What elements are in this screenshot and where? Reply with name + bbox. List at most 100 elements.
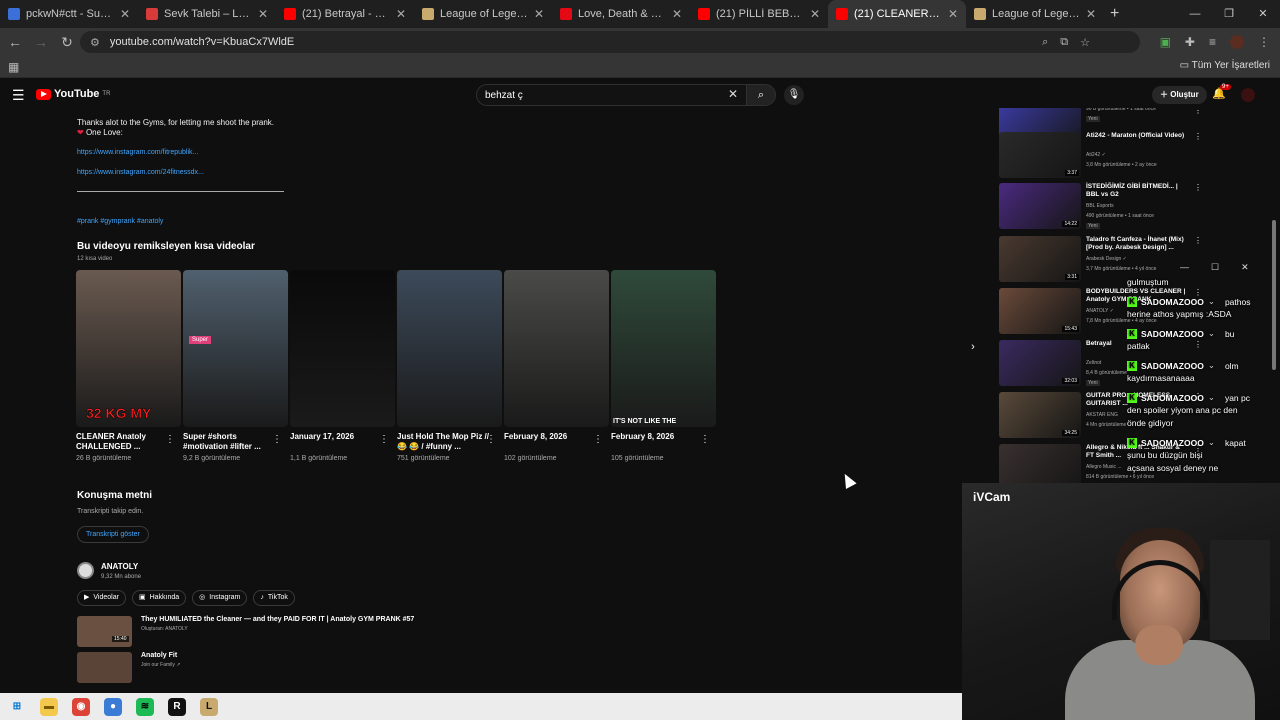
channel-name[interactable]: Arabesk Design ✓ [1086, 256, 1127, 262]
video-thumbnail[interactable]: 3:37 [999, 132, 1081, 178]
maximize-icon[interactable]: ☐ [1211, 262, 1219, 273]
video-title[interactable]: Taladro ft Canfeza - İhanet (Mix) [Prod … [1086, 236, 1188, 252]
browser-tab[interactable]: (21) Betrayal - YouTube ✕ [276, 0, 414, 28]
close-tab-icon[interactable]: ✕ [534, 7, 544, 21]
short-thumbnail[interactable] [504, 270, 609, 427]
video-title[interactable]: İSTEDİĞİMİZ GİBİ BİTMEDİ... | BBL vs G2 [1086, 183, 1188, 199]
profile-avatar[interactable] [1230, 35, 1244, 49]
video-thumbnail[interactable]: 32:03 [999, 340, 1081, 386]
show-transcript-button[interactable]: Transkripti göster [77, 526, 149, 543]
more-options-icon[interactable]: ⋮ [593, 434, 603, 445]
channel-chip[interactable]: ▣ Hakkında [131, 590, 187, 606]
close-tab-icon[interactable]: ✕ [258, 7, 268, 21]
video-thumbnail[interactable] [999, 444, 1081, 483]
browser-tab[interactable]: Love, Death & Robots 1.S ✕ [552, 0, 690, 28]
close-tab-icon[interactable]: ✕ [948, 7, 958, 21]
site-info-icon[interactable]: ⚙ [90, 36, 100, 49]
menu-icon[interactable]: ⋮ [1258, 35, 1270, 49]
channel-avatar[interactable] [77, 562, 94, 579]
channel-name[interactable]: Allegro Music ... [1086, 464, 1122, 470]
channel-name[interactable]: ANATOLY ✓ [1086, 308, 1114, 314]
chevron-right-icon[interactable]: › [964, 338, 982, 356]
channel-name[interactable]: BBL Esports [1086, 203, 1114, 209]
short-title[interactable]: Just Hold The Mop Piz // 😂 😂 / #funny ..… [397, 432, 489, 452]
instagram-link[interactable]: https://www.instagram.com/24fitnessdx... [77, 169, 204, 176]
create-button[interactable]: ＋ Oluştur [1152, 86, 1207, 104]
browser-tab[interactable]: (21) CLEANER Anatoly CH ✕ [828, 0, 966, 28]
short-title[interactable]: February 8, 2026 [504, 432, 596, 442]
related-thumbnail[interactable] [77, 616, 132, 647]
short-card[interactable]: February 8, 2026 ⋮ 102 görüntüleme [504, 270, 609, 462]
instagram-link[interactable]: https://www.instagram.com/fitrepublik... [77, 149, 198, 156]
video-thumbnail[interactable]: 14:22 [999, 183, 1081, 229]
more-options-icon[interactable]: ⋮ [165, 434, 175, 445]
short-thumbnail[interactable]: 32 KG MY [76, 270, 181, 427]
related-thumbnail[interactable] [77, 652, 132, 683]
app-icon[interactable]: ● [104, 697, 122, 716]
more-options-icon[interactable]: ⋮ [1194, 236, 1202, 245]
all-bookmarks-button[interactable]: ▭ Tüm Yer İşaretleri [1180, 60, 1270, 71]
more-options-icon[interactable]: ⋮ [1194, 108, 1202, 115]
short-title[interactable]: CLEANER Anatoly CHALLENGED ... [76, 432, 168, 452]
browser-tab[interactable]: Sevk Talebi – LR16008815 ✕ [138, 0, 276, 28]
recommended-video[interactable]: 3:37 Ati242 - Maraton (Official Video) Ati… [999, 132, 1259, 182]
video-thumbnail[interactable]: 3:31 [999, 236, 1081, 282]
channel-name[interactable]: AKSTAR ENG [1086, 412, 1118, 418]
minimize-icon[interactable]: — [1178, 0, 1212, 28]
new-tab-button[interactable]: + [1110, 5, 1119, 23]
microphone-icon[interactable]: 🎙 [784, 85, 804, 105]
reload-icon[interactable]: ↻ [56, 34, 78, 51]
media-icon[interactable]: ≡ [1209, 35, 1216, 49]
chrome-icon[interactable]: ◉ [72, 697, 90, 716]
channel-chip[interactable]: ♪ TikTok [253, 590, 295, 606]
zoom-icon[interactable]: ⌕ [1042, 36, 1048, 49]
back-icon[interactable]: ← [4, 34, 26, 50]
recommended-video[interactable]: 14:22 İSTEDİĞİMİZ GİBİ BİTMEDİ... | BBL v… [999, 183, 1259, 233]
close-window-icon[interactable]: ✕ [1246, 0, 1280, 28]
bookmark-star-icon[interactable]: ☆ [1080, 36, 1090, 49]
browser-tab[interactable]: pckwN#ctt - Summoner S ✕ [0, 0, 138, 28]
channel-name[interactable]: ANATOLY [101, 562, 138, 571]
video-title[interactable]: Ati242 - Maraton (Official Video) [1086, 132, 1188, 140]
extension-icon[interactable]: ▣ [1160, 35, 1171, 49]
short-card[interactable]: Super Super #shorts #motivation #lifter .… [183, 270, 288, 462]
related-item[interactable]: Anatoly Fit Join our Family ↗ [77, 652, 777, 686]
short-title[interactable]: January 17, 2026 [290, 432, 382, 442]
close-icon[interactable]: ✕ [1241, 262, 1249, 273]
close-tab-icon[interactable]: ✕ [1086, 7, 1096, 21]
hamburger-menu-icon[interactable]: ☰ [12, 87, 25, 104]
short-title[interactable]: February 8, 2026 [611, 432, 703, 442]
short-thumbnail[interactable]: Super [183, 270, 288, 427]
search-input[interactable]: behzat ç [476, 84, 746, 106]
puzzle-icon[interactable]: ✚ [1185, 35, 1195, 49]
short-card[interactable]: 32 KG MY CLEANER Anatoly CHALLENGED ... ⋮ 2… [76, 270, 181, 462]
more-options-icon[interactable]: ⋮ [1194, 132, 1202, 141]
restore-icon[interactable]: ❐ [1212, 0, 1246, 28]
cast-icon[interactable]: ⧉ [1060, 36, 1068, 49]
url-input[interactable]: ⚙ youtube.com/watch?v=KbuaCx7WldE ⌕ ⧉ ☆ [80, 31, 1140, 53]
user-avatar[interactable] [1241, 88, 1255, 102]
channel-name[interactable]: Zeltnot [1086, 360, 1101, 366]
related-item[interactable]: 15:40 They HUMILIATED the Cleaner — and t… [77, 616, 777, 650]
scrollbar-thumb[interactable] [1272, 220, 1276, 370]
more-options-icon[interactable]: ⋮ [700, 434, 710, 445]
minimize-icon[interactable]: — [1180, 262, 1189, 273]
close-tab-icon[interactable]: ✕ [396, 7, 406, 21]
browser-tab[interactable]: (21) PİLLİ BEBEK ELEKTRC ✕ [690, 0, 828, 28]
close-tab-icon[interactable]: ✕ [810, 7, 820, 21]
short-card[interactable]: IT'S NOT LIKE THE February 8, 2026 ⋮ 105 gö… [611, 270, 716, 462]
channel-chip[interactable]: ◎ Instagram [192, 590, 248, 606]
video-thumbnail[interactable]: 15:43 [999, 288, 1081, 334]
clear-search-icon[interactable]: ✕ [728, 87, 738, 101]
spotify-icon[interactable]: ≋ [136, 697, 154, 716]
more-options-icon[interactable]: ⋮ [379, 434, 389, 445]
short-title[interactable]: Super #shorts #motivation #lifter ... [183, 432, 275, 452]
search-button[interactable]: ⌕ [746, 84, 776, 106]
explorer-icon[interactable]: ▬ [40, 697, 58, 716]
related-title[interactable]: They HUMILIATED the Cleaner — and they P… [141, 616, 414, 623]
close-tab-icon[interactable]: ✕ [672, 7, 682, 21]
forward-icon[interactable]: → [30, 34, 52, 50]
short-thumbnail[interactable] [290, 270, 395, 427]
short-thumbnail[interactable] [397, 270, 502, 427]
channel-name[interactable]: Ati242 ✓ [1086, 152, 1106, 158]
